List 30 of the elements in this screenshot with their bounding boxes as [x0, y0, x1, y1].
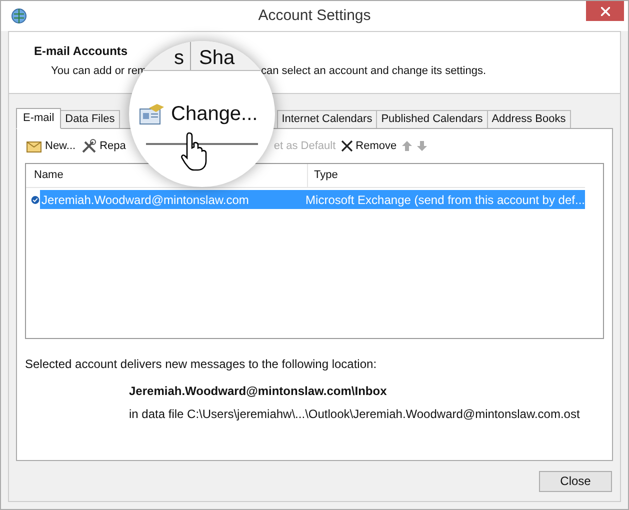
tab[interactable]: Address Books: [486, 110, 571, 128]
tab[interactable]: E-mail: [16, 108, 62, 129]
down-arrow-icon: [416, 141, 427, 151]
table-cell-text: Jeremiah.Woodward@mintonslaw.com: [40, 192, 250, 208]
up-arrow-icon: [402, 141, 412, 151]
close-icon: [340, 140, 353, 152]
tools-icon: [80, 138, 97, 154]
close-button[interactable]: [586, 1, 624, 21]
table-cell-text: Microsoft Exchange (send from this account by def...: [304, 192, 585, 208]
globe-icon: [11, 8, 27, 24]
toolbar-button[interactable]: Repa: [80, 135, 127, 157]
tab-fragment[interactable]: s: [174, 46, 184, 70]
header-description: can select an account and change its settings.: [261, 64, 486, 79]
delivery-data-file: in data file C:\Users\jeremiahw\...\Outlook\Jeremiah.Woodward@mintonslaw.com.ost: [129, 406, 581, 423]
window-title: Account Settings: [258, 6, 371, 26]
header-title: E-mail Accounts: [34, 43, 128, 60]
tab-fragment[interactable]: Sha: [199, 46, 235, 70]
tab[interactable]: Data Files: [60, 110, 120, 128]
delivery-intro: Selected account delivers new messages to the following location:: [25, 356, 378, 373]
envelope-icon: [26, 139, 42, 153]
toolbar-button[interactable]: Remove: [340, 135, 398, 157]
close-dialog-button[interactable]: Close: [539, 470, 612, 492]
column-header[interactable]: Name: [34, 167, 64, 184]
column-header[interactable]: Type: [314, 167, 338, 184]
tab[interactable]: Internet Calendars: [276, 110, 378, 128]
account-card-icon: [139, 103, 165, 125]
toolbar-button[interactable]: New...: [25, 135, 77, 157]
delivery-folder: Jeremiah.Woodward@mintonslaw.com\Inbox: [129, 383, 388, 400]
close-icon: [600, 6, 610, 16]
change-button[interactable]: Change...: [139, 99, 258, 129]
